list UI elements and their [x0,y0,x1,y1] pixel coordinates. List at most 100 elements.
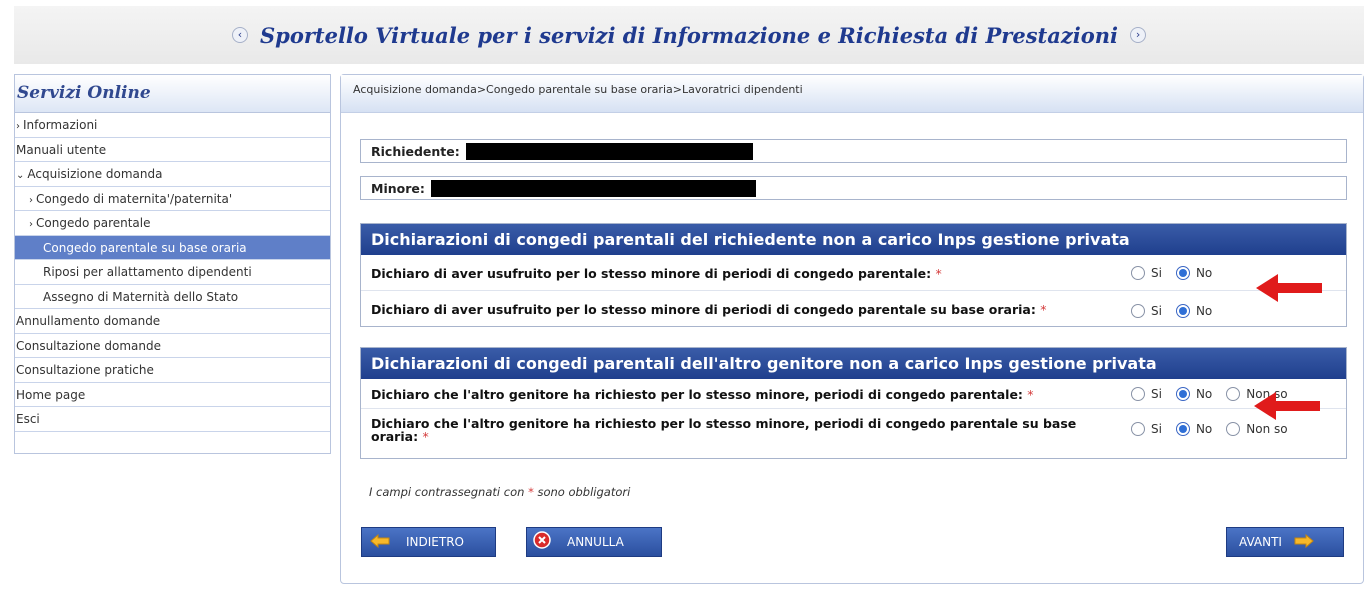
sidebar-item-label: Congedo parentale [36,216,151,230]
breadcrumb: Acquisizione domanda>Congedo parentale s… [341,75,1363,113]
sidebar-item-label: Manuali utente [16,142,107,157]
radio-label: No [1195,387,1213,401]
applicant-field: Richiedente: [360,139,1347,163]
section-applicant-declarations: Dichiarazioni di congedi parentali del r… [360,223,1347,327]
radio-no[interactable]: No [1175,422,1213,436]
next-arrow-icon[interactable]: › [1130,27,1147,43]
required-marker: * [935,266,942,281]
radio-button-selected[interactable] [1175,422,1190,436]
question-text: Dichiaro di aver usufruito per lo stesso… [371,302,1036,317]
radio-button[interactable] [1226,387,1241,401]
radio-label: No [1195,266,1213,280]
radio-button-selected[interactable] [1175,304,1190,318]
radio-si[interactable]: Si [1131,422,1162,436]
red-annotation-arrow-icon [1254,392,1320,420]
radio-button[interactable] [1131,387,1145,401]
radio-label: Si [1151,422,1162,436]
radio-si[interactable]: Si [1131,304,1162,318]
page-header: ‹ Sportello Virtuale per i servizi di In… [14,6,1364,64]
sidebar-item-congedo-parentale[interactable]: › Congedo parentale [15,211,330,236]
chevron-right-icon: › [29,219,33,230]
next-button-label: AVANTI [1239,535,1282,549]
sidebar-item-congedo-parentale-oraria[interactable]: Congedo parentale su base oraria [15,235,330,260]
question-text: Dichiaro che l'altro genitore ha richies… [371,387,1023,402]
question-row: Dichiaro di aver usufruito per lo stesso… [361,291,1346,327]
radio-label: Si [1151,266,1162,280]
radio-button-selected[interactable] [1175,266,1190,280]
sidebar-item-label: Informazioni [23,118,98,132]
radio-group: Si No [1131,266,1226,280]
sidebar: Servizi Online › Informazioni Manuali ute… [14,74,331,454]
back-button-label: INDIETRO [406,535,464,549]
sidebar-item-label: Congedo di maternita'/paternita' [36,191,233,206]
sidebar-item-label: Home page [16,387,86,402]
cancel-icon [533,531,551,553]
required-marker: * [1027,387,1034,402]
section-title: Dichiarazioni di congedi parentali dell'… [361,348,1346,379]
prev-arrow-icon[interactable]: ‹ [231,27,248,43]
radio-si[interactable]: Si [1131,266,1162,280]
page-title: Sportello Virtuale per i servizi di Info… [259,22,1119,48]
sidebar-item-congedo-maternita[interactable]: › Congedo di maternita'/paternita' [15,187,330,211]
question-text: Dichiaro di aver usufruito per lo stesso… [371,266,932,281]
mandatory-fields-note: I campi contrassegnati con * sono obblig… [369,485,630,499]
sidebar-item-consultazione-domande[interactable]: Consultazione domande [15,334,330,358]
chevron-right-icon: › [29,194,33,206]
sidebar-item-label: Consultazione domande [16,338,161,353]
sidebar-item-label: Acquisizione domanda [27,167,163,181]
minor-field: Minore: [360,176,1347,200]
note-text: I campi contrassegnati con [369,485,525,499]
question-row: Dichiaro che l'altro genitore ha richies… [361,379,1346,409]
cancel-button[interactable]: ANNULLA [526,527,662,557]
sidebar-item-riposi-allattamento[interactable]: Riposi per allattamento dipendenti [15,260,330,285]
redacted-minor-name [430,179,756,197]
sidebar-item-label: Riposi per allattamento dipendenti [43,265,252,279]
section-other-parent-declarations: Dichiarazioni di congedi parentali dell'… [360,347,1347,459]
radio-no[interactable]: No [1175,304,1213,318]
sidebar-item-label: Assegno di Maternità dello Stato [43,289,239,304]
sidebar-item-consultazione-pratiche[interactable]: Consultazione pratiche [15,358,330,383]
chevron-right-icon: › [16,121,20,132]
radio-button[interactable] [1131,422,1145,436]
question-text: Dichiaro che l'altro genitore ha richies… [371,416,1077,444]
radio-si[interactable]: Si [1131,387,1162,401]
sidebar-item-esci[interactable]: Esci [15,407,330,432]
red-annotation-arrow-icon [1256,274,1322,302]
required-marker: * [422,429,429,444]
section-title: Dichiarazioni di congedi parentali del r… [361,224,1346,255]
radio-no[interactable]: No [1175,387,1213,401]
radio-button[interactable] [1131,304,1145,318]
sidebar-item-assegno-maternita[interactable]: Assegno di Maternità dello Stato [15,285,330,309]
sidebar-item-label: Consultazione pratiche [16,363,154,377]
required-marker: * [1040,302,1047,317]
arrow-right-icon [1294,533,1314,552]
radio-button-selected[interactable] [1175,387,1190,401]
minor-label: Minore: [371,181,425,196]
sidebar-item-informazioni[interactable]: › Informazioni [15,113,330,138]
main-content: Acquisizione domanda>Congedo parentale s… [340,74,1364,584]
radio-label: No [1195,422,1213,436]
radio-label: No [1195,304,1213,318]
chevron-down-icon: ⌄ [16,170,25,181]
radio-no[interactable]: No [1175,266,1213,280]
sidebar-item-manuali-utente[interactable]: Manuali utente [15,138,330,162]
radio-button[interactable] [1226,422,1241,436]
back-button[interactable]: INDIETRO [361,527,496,557]
sidebar-item-label: Annullamento domande [16,314,161,328]
note-text: sono obbligatori [537,485,631,499]
radio-button[interactable] [1131,266,1145,280]
sidebar-item-label: Congedo parentale su base oraria [43,240,247,255]
question-row: Dichiaro di aver usufruito per lo stesso… [361,255,1346,291]
applicant-label: Richiedente: [371,144,460,159]
cancel-button-label: ANNULLA [567,535,624,549]
radio-label: Si [1151,387,1162,401]
next-button[interactable]: AVANTI [1226,527,1344,557]
sidebar-title: Servizi Online [15,75,330,113]
sidebar-item-acquisizione-domanda[interactable]: ⌄ Acquisizione domanda [15,162,330,187]
sidebar-item-label: Esci [16,412,40,426]
arrow-left-icon [370,533,390,552]
sidebar-item-annullamento-domande[interactable]: Annullamento domande [15,309,330,334]
radio-group: Si No [1131,304,1226,318]
redacted-applicant-name [465,142,753,160]
sidebar-item-home-page[interactable]: Home page [15,383,330,407]
